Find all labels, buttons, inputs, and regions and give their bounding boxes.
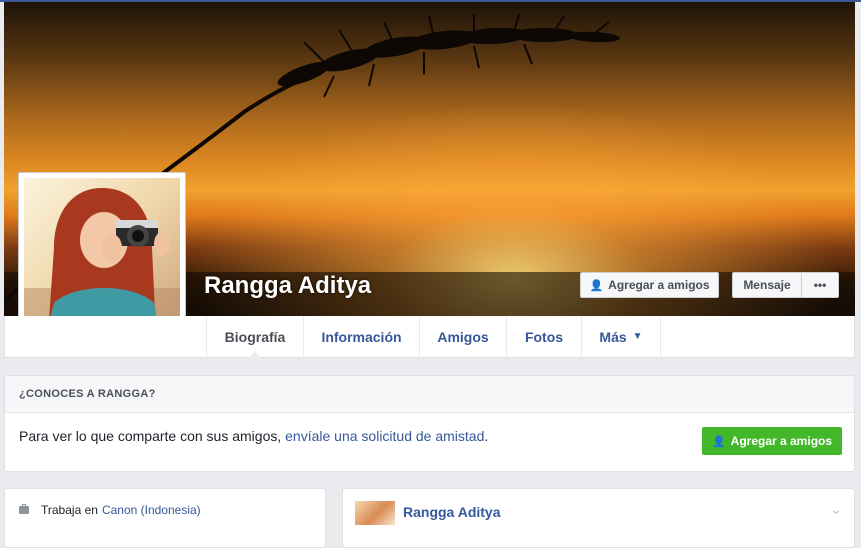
message-label: Mensaje: [743, 278, 791, 292]
work-company-link[interactable]: Canon (Indonesia): [102, 503, 201, 517]
more-options-button[interactable]: •••: [801, 272, 839, 298]
profile-tabs: Biografía Información Amigos Fotos Más ▼: [4, 316, 855, 358]
work-info-row: Trabaja en Canon (Indonesia): [19, 503, 201, 517]
chevron-down-icon[interactable]: ⌄: [830, 501, 842, 518]
add-friend-icon: 👤: [589, 279, 604, 292]
message-button[interactable]: Mensaje: [732, 272, 802, 298]
profile-name[interactable]: Rangga Aditya: [204, 272, 371, 300]
send-request-link[interactable]: envíale una solicitud de amistad: [285, 428, 484, 444]
tab-label: Biografía: [224, 328, 286, 345]
post-card: Rangga Aditya ⌄: [342, 488, 855, 548]
tab-fotos[interactable]: Fotos: [507, 316, 582, 357]
work-prefix: Trabaja en: [41, 503, 98, 517]
tab-label: Fotos: [524, 328, 564, 345]
tab-label: Amigos: [437, 328, 489, 345]
tab-mas[interactable]: Más ▼: [582, 316, 661, 357]
know-text-end: .: [484, 428, 489, 444]
add-friend-green-button[interactable]: 👤 Agregar a amigos: [702, 427, 842, 455]
post-author-avatar[interactable]: [355, 501, 395, 525]
know-person-card: ¿CONOCES A RANGGA? Para ver lo que compa…: [4, 375, 855, 472]
more-dots-icon: •••: [813, 278, 827, 292]
know-card-header: ¿CONOCES A RANGGA?: [5, 376, 854, 413]
add-friend-icon: 👤: [711, 435, 726, 448]
briefcase-icon: [19, 504, 29, 514]
tab-amigos[interactable]: Amigos: [420, 316, 507, 357]
tab-informacion[interactable]: Información: [304, 316, 420, 357]
profile-picture[interactable]: [18, 172, 186, 340]
add-friend-label: Agregar a amigos: [608, 278, 710, 292]
intro-card: Trabaja en Canon (Indonesia): [4, 488, 326, 548]
know-card-text: Para ver lo que comparte con sus amigos,…: [19, 428, 488, 444]
post-author-name[interactable]: Rangga Aditya: [403, 504, 501, 520]
tab-biografia[interactable]: Biografía: [206, 316, 304, 358]
know-text: Para ver lo que comparte con sus amigos,: [19, 428, 286, 444]
profile-photo: [24, 178, 180, 334]
caret-down-icon: ▼: [632, 331, 643, 342]
add-friend-button[interactable]: 👤 Agregar a amigos: [580, 272, 719, 298]
tab-label: Más: [599, 328, 627, 345]
add-friend-green-label: Agregar a amigos: [730, 434, 833, 448]
tab-label: Información: [321, 328, 402, 345]
